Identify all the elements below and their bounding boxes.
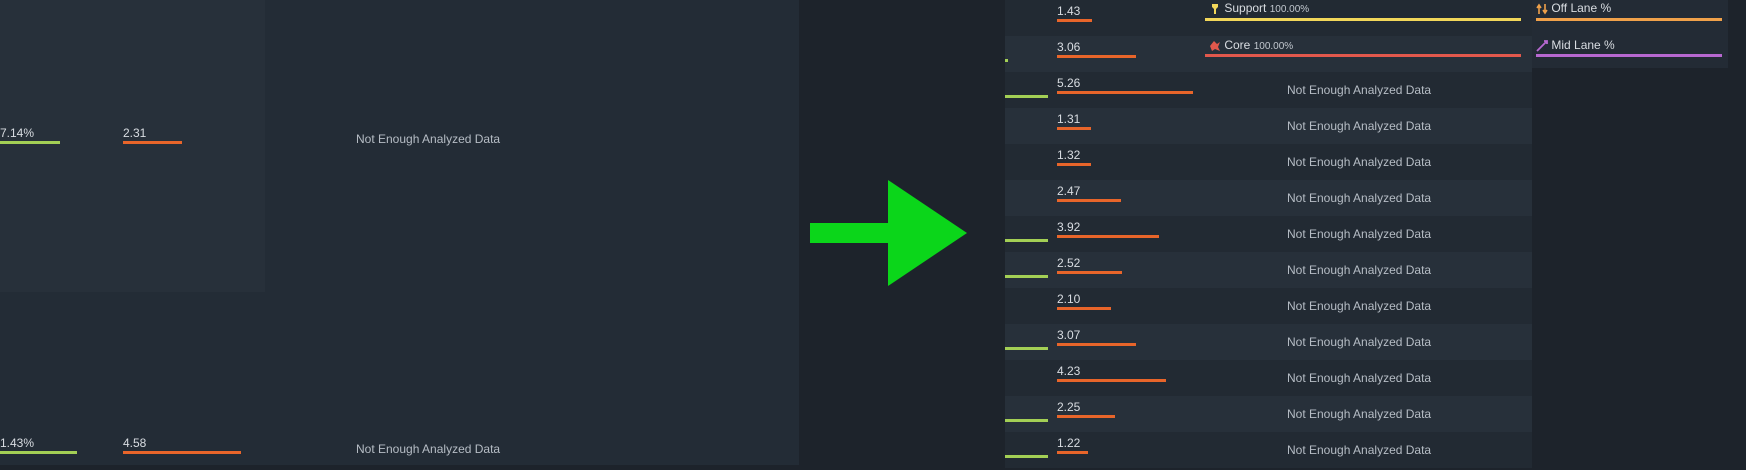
kda-value: 1.31 (1057, 112, 1081, 126)
hero-row[interactable]: 1.22 Not Enough Analyzed Data (1005, 432, 1532, 468)
winrate-bar (0, 141, 60, 144)
analysis-text: Not Enough Analyzed Data (1287, 227, 1432, 241)
core-icon (1209, 40, 1221, 52)
kda-bar (1057, 199, 1121, 202)
support-bar (1205, 18, 1521, 21)
hero-row[interactable]: 3.92 Not Enough Analyzed Data (1005, 216, 1532, 252)
kda-value: 2.25 (1057, 400, 1081, 414)
offlane-label: Off Lane % (1551, 1, 1612, 15)
analysis-text: Not Enough Analyzed Data (356, 132, 501, 146)
kda-bar (123, 141, 182, 144)
kda-value: 3.92 (1057, 220, 1081, 234)
analysis-text: Not Enough Analyzed Data (1287, 407, 1432, 421)
kda-value: 1.43 (1057, 4, 1081, 18)
midlane-label: Mid Lane % (1551, 38, 1615, 52)
midlane-role: Mid Lane % (1536, 36, 1726, 68)
kda-bar (1057, 91, 1193, 94)
hero-row[interactable]: 2.52 Not Enough Analyzed Data (1005, 252, 1532, 288)
hero-row[interactable]: 2.25 Not Enough Analyzed Data (1005, 396, 1532, 432)
after-panel: 1.43 3.06 5.26 Not Enough Analyzed Data 1.31… (1005, 0, 1746, 468)
winrate-bar (1005, 59, 1008, 62)
analysis-text: Not Enough Analyzed Data (1287, 263, 1432, 277)
kda-value: 4.23 (1057, 364, 1081, 378)
offlane-role: Off Lane % (1536, 0, 1726, 32)
analysis-text: Not Enough Analyzed Data (1287, 299, 1432, 313)
midlane-icon (1536, 39, 1548, 52)
hero-row[interactable]: 3.07 Not Enough Analyzed Data (1005, 324, 1532, 360)
kda-value: 1.32 (1057, 148, 1081, 162)
analysis-text: Not Enough Analyzed Data (1287, 335, 1432, 349)
kda-bar (1057, 415, 1115, 418)
kda-bar (1057, 307, 1111, 310)
kda-bar (1057, 343, 1136, 346)
core-label: Core (1224, 38, 1251, 52)
kda-value: 3.06 (1057, 40, 1081, 54)
winrate-value: 1.43% (0, 436, 35, 450)
kda-bar (1057, 163, 1091, 166)
winrate-bar (0, 451, 77, 454)
kda-bar (1057, 271, 1122, 274)
offlane-bar (1536, 18, 1722, 21)
support-label: Support (1224, 1, 1267, 15)
analysis-text: Not Enough Analyzed Data (1287, 155, 1432, 169)
analysis-text: Not Enough Analyzed Data (1287, 443, 1432, 457)
winrate-bar (1005, 455, 1048, 458)
hero-row[interactable]: 2.10 Not Enough Analyzed Data (1005, 288, 1532, 324)
winrate-bar (1005, 239, 1048, 242)
winrate-bar (1005, 419, 1048, 422)
kda-value: 4.58 (123, 436, 147, 450)
kda-bar (1057, 235, 1159, 238)
kda-bar (1057, 127, 1091, 130)
stats-cell (0, 0, 265, 292)
winrate-bar (1005, 95, 1048, 98)
analysis-text: Not Enough Analyzed Data (356, 442, 501, 456)
kda-bar (1057, 55, 1136, 58)
support-icon (1209, 3, 1221, 15)
right-arrow-icon (810, 180, 967, 286)
hero-row[interactable]: 4.23 Not Enough Analyzed Data (1005, 360, 1532, 396)
kda-value: 5.26 (1057, 76, 1081, 90)
kda-bar (123, 451, 241, 454)
hero-row[interactable]: 1.32 Not Enough Analyzed Data (1005, 144, 1532, 180)
kda-value: 2.52 (1057, 256, 1081, 270)
winrate-bar (1005, 347, 1048, 350)
kda-value: 2.47 (1057, 184, 1081, 198)
kda-bar (1057, 451, 1088, 454)
analysis-text: Not Enough Analyzed Data (1287, 191, 1432, 205)
hero-row[interactable]: 1.31 Not Enough Analyzed Data (1005, 108, 1532, 144)
winrate-value: 7.14% (0, 126, 35, 140)
core-bar (1205, 54, 1521, 57)
analysis-text: Not Enough Analyzed Data (1287, 83, 1432, 97)
kda-bar (1057, 379, 1166, 382)
core-percent: 100.00% (1253, 41, 1294, 52)
transition-area (799, 0, 1005, 465)
hero-row[interactable]: 5.26 Not Enough Analyzed Data (1005, 72, 1532, 108)
midlane-bar (1536, 54, 1722, 57)
support-role: Support 100.00% (1205, 0, 1525, 32)
support-percent: 100.00% (1269, 4, 1310, 15)
kda-value: 2.10 (1057, 292, 1081, 306)
kda-value: 1.22 (1057, 436, 1081, 450)
core-role: Core 100.00% (1205, 36, 1525, 68)
before-panel: 7.14% 2.31 Not Enough Analyzed Data 1.43… (0, 0, 799, 465)
offlane-icon (1536, 3, 1548, 15)
analysis-text: Not Enough Analyzed Data (1287, 119, 1432, 133)
kda-bar (1057, 19, 1092, 22)
hero-row[interactable]: 2.47 Not Enough Analyzed Data (1005, 180, 1532, 216)
winrate-bar (1005, 275, 1048, 278)
kda-value: 2.31 (123, 126, 147, 140)
kda-value: 3.07 (1057, 328, 1081, 342)
analysis-text: Not Enough Analyzed Data (1287, 371, 1432, 385)
